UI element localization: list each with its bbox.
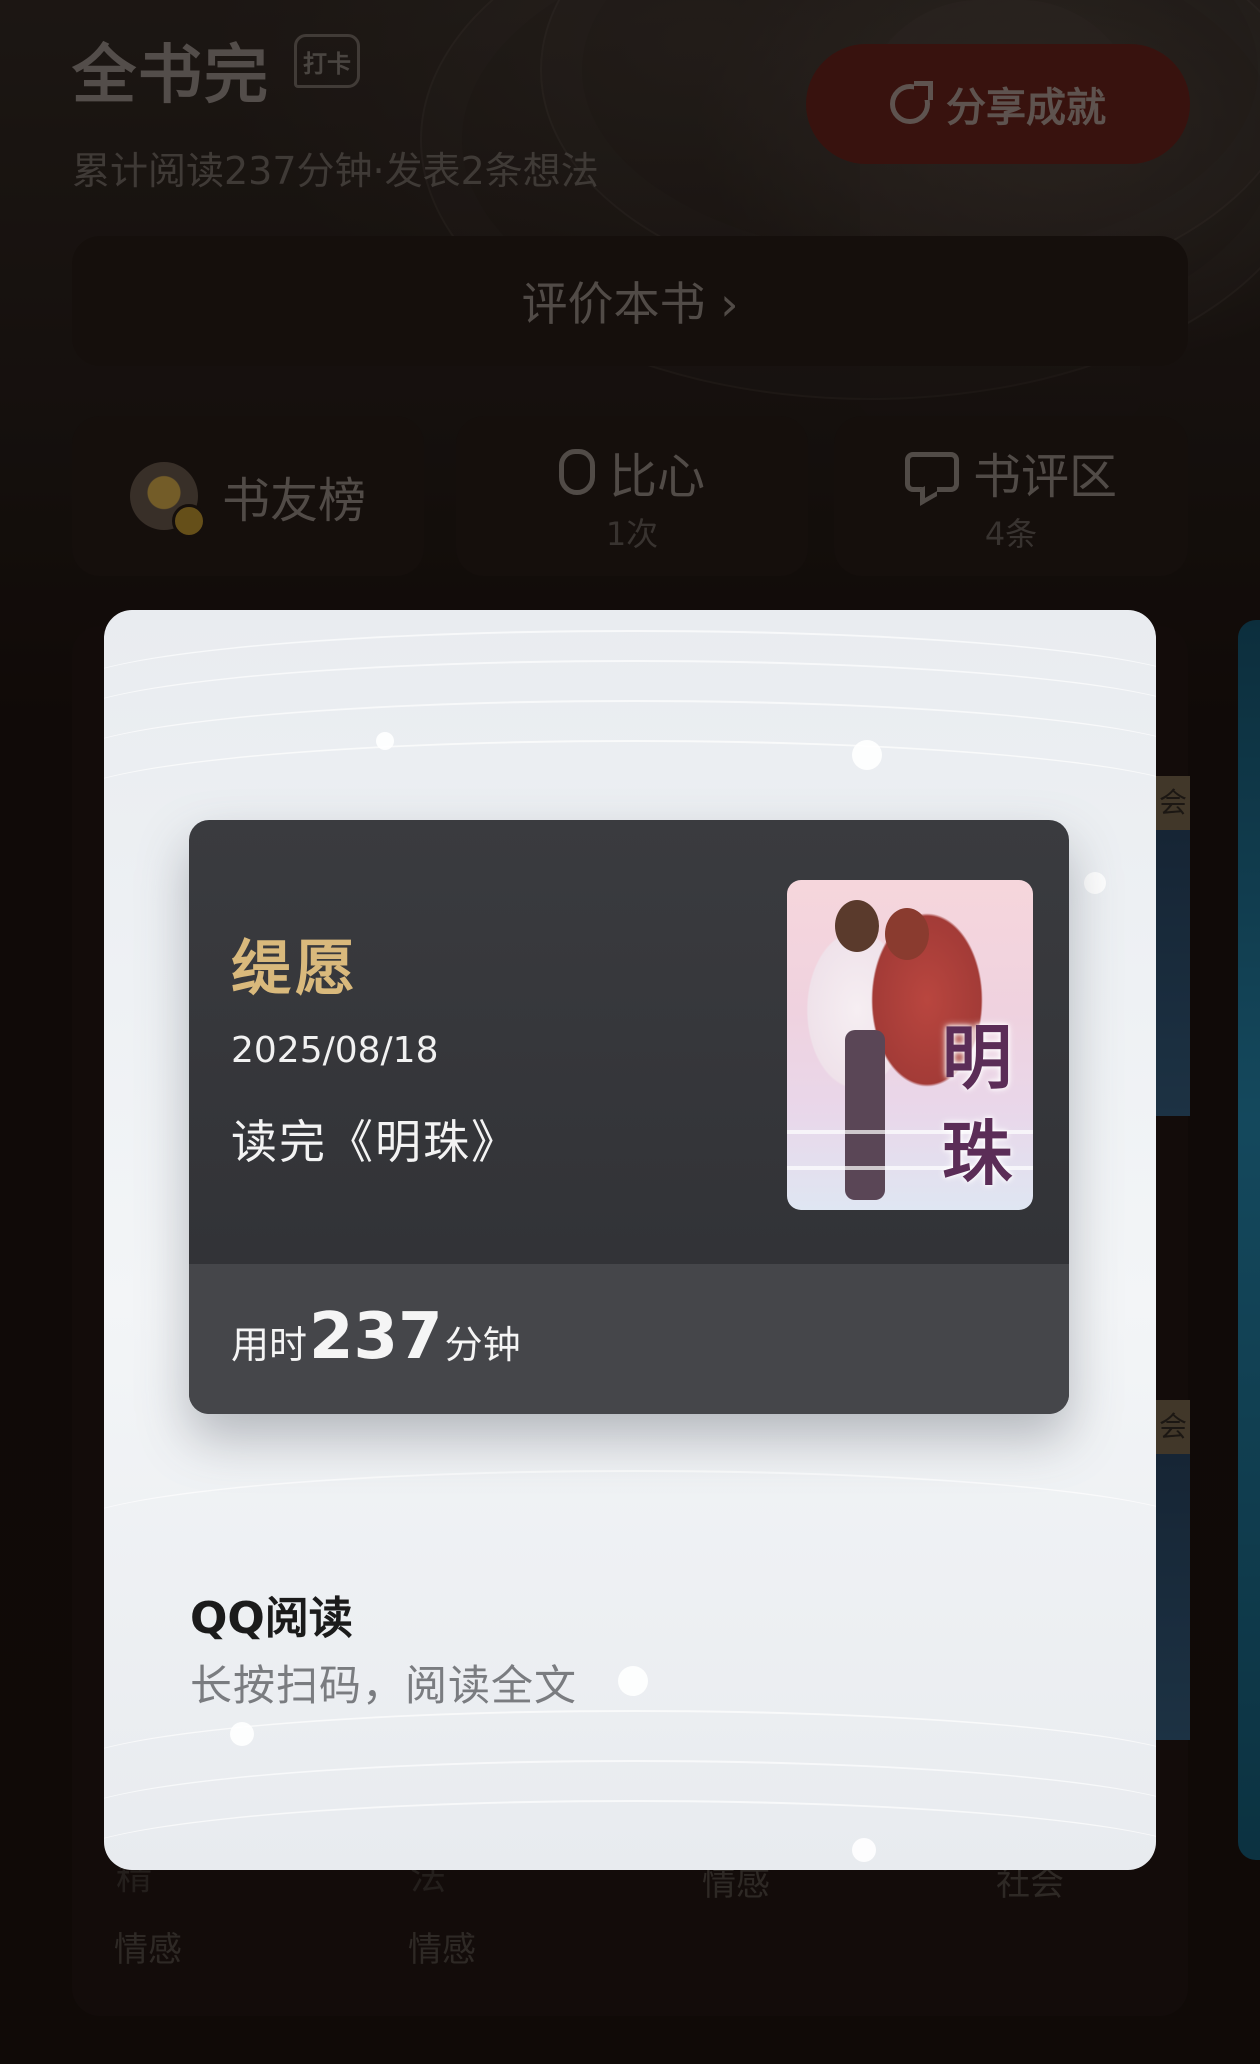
duration-value: 237 [309, 1300, 443, 1374]
reading-certificate-card: 缇愿 2025/08/18 读完《明珠》 用时 237 分钟 明珠 [189, 820, 1069, 1414]
poster-sparkle [852, 1838, 876, 1862]
duration-unit: 分钟 [444, 1323, 521, 1367]
book-cover: 明珠 [787, 880, 1033, 1210]
poster-sparkle [376, 732, 394, 750]
duration-prefix: 用时 [231, 1323, 308, 1367]
scan-hint: 长按扫码，阅读全文 [190, 1661, 578, 1710]
poster-wave [104, 1470, 1156, 1590]
poster-sparkle [1084, 872, 1106, 894]
user-name: 缇愿 [231, 934, 359, 1004]
finished-book-text: 读完《明珠》 [231, 1115, 519, 1169]
reading-duration: 用时 237 分钟 [231, 1300, 521, 1374]
cover-title: 明珠 [942, 1016, 1012, 1195]
poster-sparkle [852, 740, 882, 770]
finish-date: 2025/08/18 [231, 1030, 439, 1071]
app-name: QQ阅读 [190, 1593, 353, 1644]
cover-illustration [845, 1030, 885, 1200]
poster-sparkle [230, 1722, 254, 1746]
poster-sparkle [618, 1666, 648, 1696]
share-poster[interactable]: 缇愿 2025/08/18 读完《明珠》 用时 237 分钟 明珠 QQ阅读 长… [104, 610, 1156, 1870]
cover-illustration [835, 900, 945, 964]
